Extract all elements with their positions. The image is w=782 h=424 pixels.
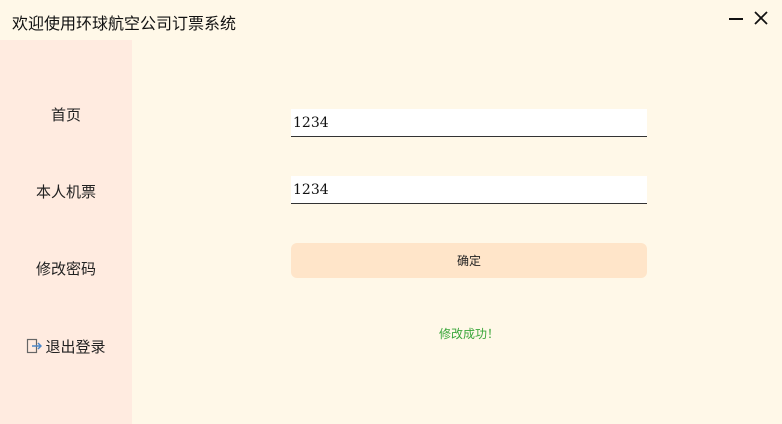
confirm-button[interactable]: 确定 — [291, 243, 647, 278]
close-icon — [754, 11, 768, 25]
confirm-password-field[interactable] — [291, 176, 647, 204]
status-message: 修改成功！ — [438, 327, 499, 341]
sidebar-item-my-tickets[interactable]: 本人机票 — [0, 177, 132, 205]
minimize-icon — [729, 18, 743, 20]
logout-icon — [26, 338, 43, 354]
sidebar-item-home[interactable]: 首页 — [0, 100, 132, 128]
minimize-button[interactable] — [726, 8, 746, 28]
sidebar-item-logout[interactable]: 退出登录 — [0, 332, 132, 360]
new-password-field[interactable] — [291, 109, 647, 137]
close-button[interactable] — [751, 8, 771, 28]
title-bar: 欢迎使用环球航空公司订票系统 — [0, 0, 782, 40]
sidebar-item-label: 本人机票 — [35, 182, 96, 201]
sidebar: 首页 本人机票 修改密码 退出登录 — [0, 40, 132, 424]
sidebar-item-label: 退出登录 — [45, 337, 106, 356]
sidebar-item-label: 首页 — [50, 105, 81, 124]
sidebar-item-label: 修改密码 — [35, 259, 96, 278]
sidebar-item-change-password[interactable]: 修改密码 — [0, 254, 132, 282]
window-title: 欢迎使用环球航空公司订票系统 — [12, 14, 237, 33]
